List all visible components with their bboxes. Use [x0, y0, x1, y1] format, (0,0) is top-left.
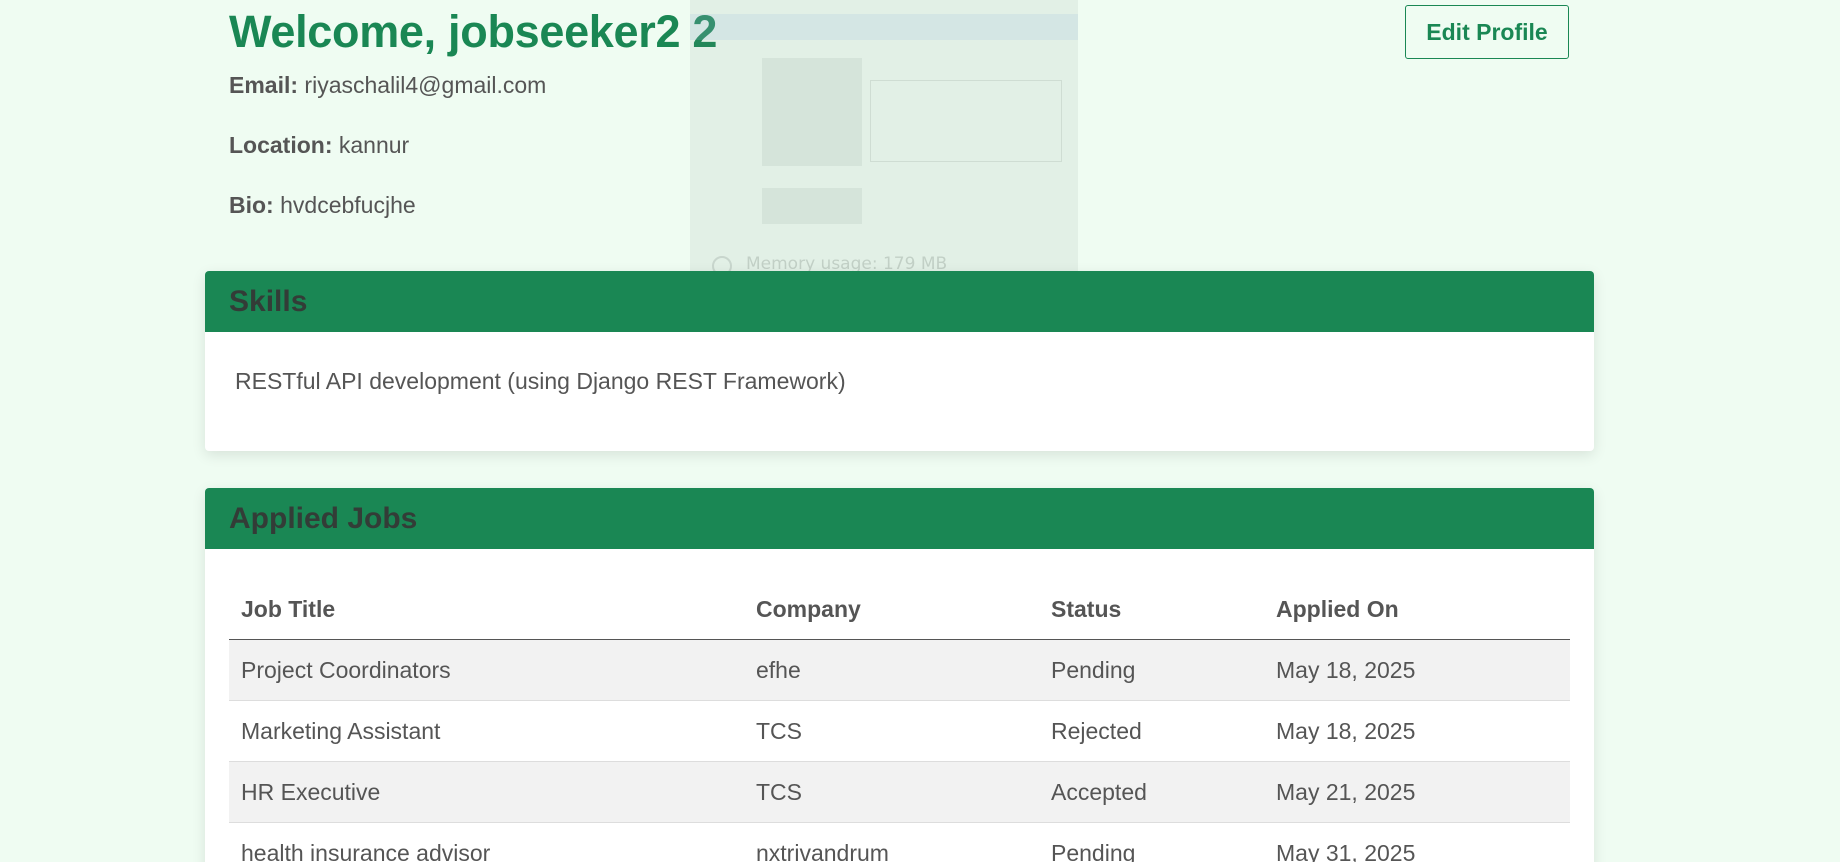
job-title-cell: Marketing Assistant: [229, 700, 744, 762]
overlay-ghost-panel: Memory usage: 179 MB: [690, 0, 1078, 297]
welcome-heading: Welcome, jobseeker2 2: [229, 6, 718, 57]
column-header-job-title: Job Title: [229, 579, 744, 640]
job-title-cell: HR Executive: [229, 761, 744, 823]
table-row: HR Executive TCS Accepted May 21, 2025: [229, 761, 1570, 823]
table-row: Project Coordinators efhe Pending May 18…: [229, 639, 1570, 701]
table-row: health insurance advisor nxtrivandrum Pe…: [229, 822, 1570, 862]
job-title-cell: Project Coordinators: [229, 639, 744, 701]
skills-header: Skills: [205, 271, 1594, 332]
bio-field: Bio: hvdcebfucjhe: [229, 192, 416, 219]
company-cell: TCS: [744, 700, 1039, 762]
applied-on-cell: May 21, 2025: [1264, 761, 1570, 823]
table-header-row: Job Title Company Status Applied On: [229, 579, 1570, 640]
overlay-ghost-block: [762, 188, 862, 224]
location-value: kannur: [338, 132, 410, 158]
applied-on-cell: May 18, 2025: [1264, 700, 1570, 762]
email-value: riyaschalil4@gmail.com: [304, 72, 547, 98]
company-cell: TCS: [744, 761, 1039, 823]
applied-jobs-table: Job Title Company Status Applied On Proj…: [229, 579, 1570, 862]
email-label: Email:: [229, 72, 299, 98]
company-cell: nxtrivandrum: [744, 822, 1039, 862]
overlay-ghost-sidebar: [762, 58, 862, 166]
column-header-status: Status: [1039, 579, 1264, 640]
status-cell: Rejected: [1039, 700, 1264, 762]
applied-jobs-title: Applied Jobs: [229, 501, 418, 535]
skills-title: Skills: [229, 284, 308, 318]
location-label: Location:: [229, 132, 333, 158]
edit-profile-button[interactable]: Edit Profile: [1405, 5, 1569, 59]
applied-on-cell: May 18, 2025: [1264, 639, 1570, 701]
applied-on-cell: May 31, 2025: [1264, 822, 1570, 862]
skill-item: RESTful API development (using Django RE…: [235, 368, 846, 394]
location-field: Location: kannur: [229, 132, 409, 159]
column-header-applied-on: Applied On: [1264, 579, 1570, 640]
email-field: Email: riyaschalil4@gmail.com: [229, 72, 546, 99]
status-cell: Pending: [1039, 639, 1264, 701]
status-cell: Pending: [1039, 822, 1264, 862]
table-row: Marketing Assistant TCS Rejected May 18,…: [229, 700, 1570, 762]
overlay-ghost-box: [870, 80, 1062, 162]
job-title-cell: health insurance advisor: [229, 822, 744, 862]
profile-page: Welcome, jobseeker2 2 Edit Profile Email…: [0, 0, 1840, 862]
status-cell: Accepted: [1039, 761, 1264, 823]
bio-label: Bio:: [229, 192, 274, 218]
overlay-ghost-toolbar: [690, 14, 1078, 40]
bio-value: hvdcebfucjhe: [280, 192, 416, 218]
applied-jobs-card: Applied Jobs Job Title Company Status Ap…: [205, 488, 1594, 862]
company-cell: efhe: [744, 639, 1039, 701]
applied-jobs-header: Applied Jobs: [205, 488, 1594, 549]
column-header-company: Company: [744, 579, 1039, 640]
skills-card: Skills RESTful API development (using Dj…: [205, 271, 1594, 451]
